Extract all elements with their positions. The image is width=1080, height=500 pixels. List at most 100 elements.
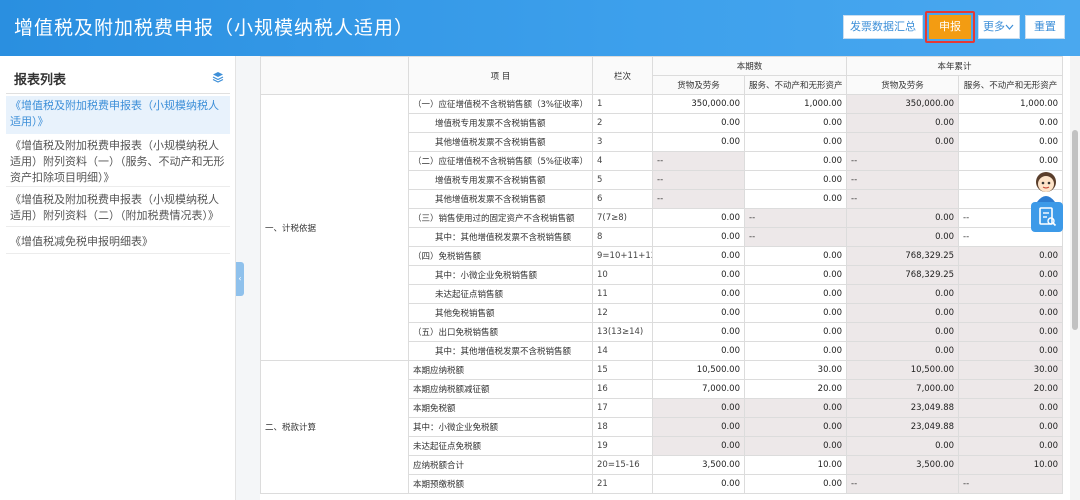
value-cell: --	[846, 474, 960, 494]
value-cell[interactable]: 0.00	[743, 265, 848, 285]
value-cell[interactable]: 0.00	[652, 341, 745, 361]
value-cell[interactable]: 10,500.00	[652, 360, 745, 380]
value-cell[interactable]: 20.00	[743, 379, 848, 399]
value-cell: 768,329.25	[846, 246, 960, 266]
invoice-summary-button[interactable]: 发票数据汇总	[843, 15, 923, 39]
declaration-table: 项 目 栏次 本期数 本年累计 货物及劳务 服务、不动产和无形资产 货物及劳务 …	[260, 56, 1064, 494]
value-cell: 10.00	[958, 455, 1064, 475]
row-column-number: 17	[592, 398, 653, 418]
table-body: 一、计税依据 （一）应征增值税不含税销售额（3%征收率） 1 350,000.00 1,…	[260, 94, 1064, 494]
row-column-number: 21	[592, 474, 653, 494]
row-item-label: 未达起征点免税额	[408, 436, 593, 456]
services-header: 服务、不动产和无形资产	[743, 75, 848, 95]
sidebar: 报表列表 《增值税及附加税费申报表（小规模纳税人适用）》 《增值税及附加税费申报…	[0, 56, 236, 500]
value-cell: 0.00	[846, 436, 960, 456]
sidebar-header: 报表列表	[6, 62, 230, 94]
value-cell[interactable]: 0.00	[743, 322, 848, 342]
row-column-number: 5	[592, 170, 653, 190]
year-to-date-header: 本年累计	[846, 56, 1064, 76]
value-cell[interactable]: 0.00	[743, 170, 848, 190]
value-cell[interactable]: 1,000.00	[743, 94, 848, 114]
row-column-number: 6	[592, 189, 653, 209]
value-cell[interactable]: 0.00	[743, 151, 848, 171]
value-cell[interactable]: 30.00	[743, 360, 848, 380]
value-cell[interactable]: 0.00	[652, 284, 745, 304]
value-cell[interactable]: 0.00	[652, 208, 745, 228]
value-cell: 0.00	[958, 436, 1064, 456]
current-period-header: 本期数	[651, 56, 848, 76]
value-cell[interactable]: 0.00	[743, 189, 848, 209]
sidebar-item-schedule-two[interactable]: 《增值税及附加税费申报表（小规模纳税人适用）附列资料（二）（附加税费情况表）》	[6, 190, 230, 224]
value-cell[interactable]: 0.00	[743, 341, 848, 361]
row-item-label: （二）应征增值税不含税销售额（5%征收率）	[408, 151, 593, 171]
chevron-down-icon	[1005, 24, 1014, 30]
more-button[interactable]: 更多	[978, 15, 1020, 39]
row-column-number: 7(7≥8)	[592, 208, 653, 228]
row-column-number: 13(13≥14)	[592, 322, 653, 342]
row-column-number: 2	[592, 113, 653, 133]
value-cell[interactable]: 10.00	[743, 455, 848, 475]
layers-icon[interactable]	[212, 71, 224, 83]
collapse-sidebar-handle[interactable]: ‹	[236, 262, 244, 296]
value-cell[interactable]: 0.00	[652, 474, 745, 494]
row-column-number: 9=10+11+12	[592, 246, 653, 266]
value-cell: 0.00	[958, 246, 1064, 266]
document-search-icon	[1039, 207, 1057, 227]
value-cell: --	[846, 170, 960, 190]
value-cell: 0.00	[652, 398, 745, 418]
services-header: 服务、不动产和无形资产	[958, 75, 1064, 95]
row-item-label: 应纳税额合计	[408, 455, 593, 475]
table-row: 二、税款计算 本期应纳税额 15 10,500.00 30.00 10,500.00 30.…	[260, 360, 1064, 494]
row-column-number: 11	[592, 284, 653, 304]
value-cell[interactable]: 0.00	[958, 113, 1064, 133]
row-column-number: 15	[592, 360, 653, 380]
value-cell[interactable]: 0.00	[652, 113, 745, 133]
value-cell[interactable]: 0.00	[652, 227, 745, 247]
value-cell[interactable]: 0.00	[743, 284, 848, 304]
reset-button[interactable]: 重置	[1025, 15, 1065, 39]
value-cell[interactable]: 0.00	[958, 132, 1064, 152]
value-cell: 0.00	[958, 322, 1064, 342]
value-cell[interactable]: 0.00	[652, 322, 745, 342]
value-cell[interactable]: 7,000.00	[652, 379, 745, 399]
row-item-label: （四）免税销售额	[408, 246, 593, 266]
value-cell: 768,329.25	[846, 265, 960, 285]
declaration-table-container: 项 目 栏次 本期数 本年累计 货物及劳务 服务、不动产和无形资产 货物及劳务 …	[260, 56, 1064, 494]
value-cell: 0.00	[846, 303, 960, 323]
value-cell[interactable]: 0.00	[652, 246, 745, 266]
column-number-header: 栏次	[592, 56, 653, 95]
section-label: 一、计税依据	[260, 94, 409, 361]
value-cell[interactable]: 0.00	[743, 132, 848, 152]
divider	[6, 253, 230, 254]
divider	[6, 226, 230, 227]
value-cell[interactable]: 0.00	[743, 303, 848, 323]
highlight-box	[925, 11, 975, 43]
form-assistant-button[interactable]	[1031, 202, 1063, 232]
row-column-number: 4	[592, 151, 653, 171]
row-item-label: （一）应征增值税不含税销售额（3%征收率）	[408, 94, 593, 114]
assistant-avatar-icon[interactable]	[1029, 168, 1063, 202]
row-item-label: （三）销售使用过的固定资产不含税销售额	[408, 208, 593, 228]
value-cell[interactable]: 0.00	[652, 303, 745, 323]
value-cell[interactable]: 0.00	[743, 113, 848, 133]
scrollbar-thumb[interactable]	[1072, 130, 1078, 330]
value-cell[interactable]: 0.00	[652, 132, 745, 152]
value-cell: 0.00	[652, 436, 745, 456]
value-cell[interactable]: 3,500.00	[652, 455, 745, 475]
value-cell[interactable]: 0.00	[743, 474, 848, 494]
goods-header: 货物及劳务	[652, 75, 745, 95]
value-cell: 0.00	[958, 284, 1064, 304]
value-cell[interactable]: 1,000.00	[958, 94, 1064, 114]
sidebar-item-schedule-one[interactable]: 《增值税及附加税费申报表（小规模纳税人适用）附列资料（一）（服务、不动产和无形资…	[6, 136, 230, 186]
row-column-number: 20=15-16	[592, 455, 653, 475]
value-cell[interactable]: 350,000.00	[652, 94, 745, 114]
value-cell[interactable]: 0.00	[652, 265, 745, 285]
divider	[6, 186, 230, 187]
sidebar-item-main-form[interactable]: 《增值税及附加税费申报表（小规模纳税人适用）》	[6, 96, 230, 134]
row-item-label: 其中：小微企业免税销售额	[408, 265, 593, 285]
sidebar-item-exemption-detail[interactable]: 《增值税减免税申报明细表》	[6, 232, 230, 252]
row-column-number: 14	[592, 341, 653, 361]
item-header: 项 目	[408, 56, 593, 95]
value-cell[interactable]: 0.00	[743, 246, 848, 266]
value-cell: 0.00	[652, 417, 745, 437]
